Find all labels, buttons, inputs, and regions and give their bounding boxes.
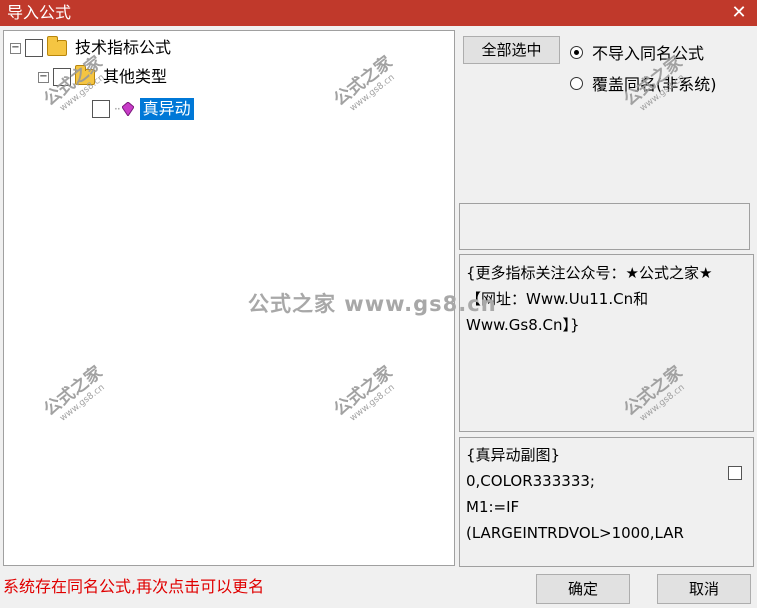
title-bar: 导入公式 ✕	[0, 0, 757, 26]
window-title: 导入公式	[7, 3, 72, 22]
code-line: 0,COLOR333333;	[466, 472, 595, 490]
tree-node-root-checkbox[interactable]	[25, 39, 43, 57]
status-message: 系统存在同名公式,再次点击可以更名	[3, 577, 265, 596]
formula-description: {更多指标关注公众号：★公式之家★ 【网址：Www.Uu11.Cn和Www.Gs…	[459, 254, 754, 432]
collapse-toggle-icon[interactable]: −	[38, 71, 49, 83]
tree-node-leaf-label: 真异动	[139, 98, 194, 120]
folder-icon	[47, 36, 67, 56]
code-line: {真异动副图}	[466, 446, 561, 464]
radio-skip-duplicates-circle[interactable]	[570, 45, 583, 59]
watermark-center: 公式之家 www.gs8.cn	[248, 292, 497, 316]
radio-overwrite-duplicates-circle[interactable]	[570, 76, 583, 90]
select-all-button[interactable]: 全部选中	[463, 36, 560, 64]
empty-field	[459, 203, 750, 250]
tree-connector: ··	[114, 102, 121, 116]
ok-button[interactable]: 确定	[536, 574, 630, 604]
formula-code-preview: {真异动副图} 0,COLOR333333; M1:=IF (LARGEINTR…	[459, 437, 754, 567]
formula-gem-icon	[121, 102, 134, 116]
collapse-toggle-icon[interactable]: −	[10, 42, 21, 54]
close-button[interactable]: ✕	[727, 1, 751, 25]
code-preview-checkbox[interactable]	[728, 466, 742, 480]
cancel-button[interactable]: 取消	[657, 574, 751, 604]
tree-node-leaf[interactable]: ·· 真异动	[92, 97, 194, 121]
code-line: M1:=IF	[466, 498, 520, 516]
code-line: (LARGEINTRDVOL>1000,LAR	[466, 524, 684, 542]
